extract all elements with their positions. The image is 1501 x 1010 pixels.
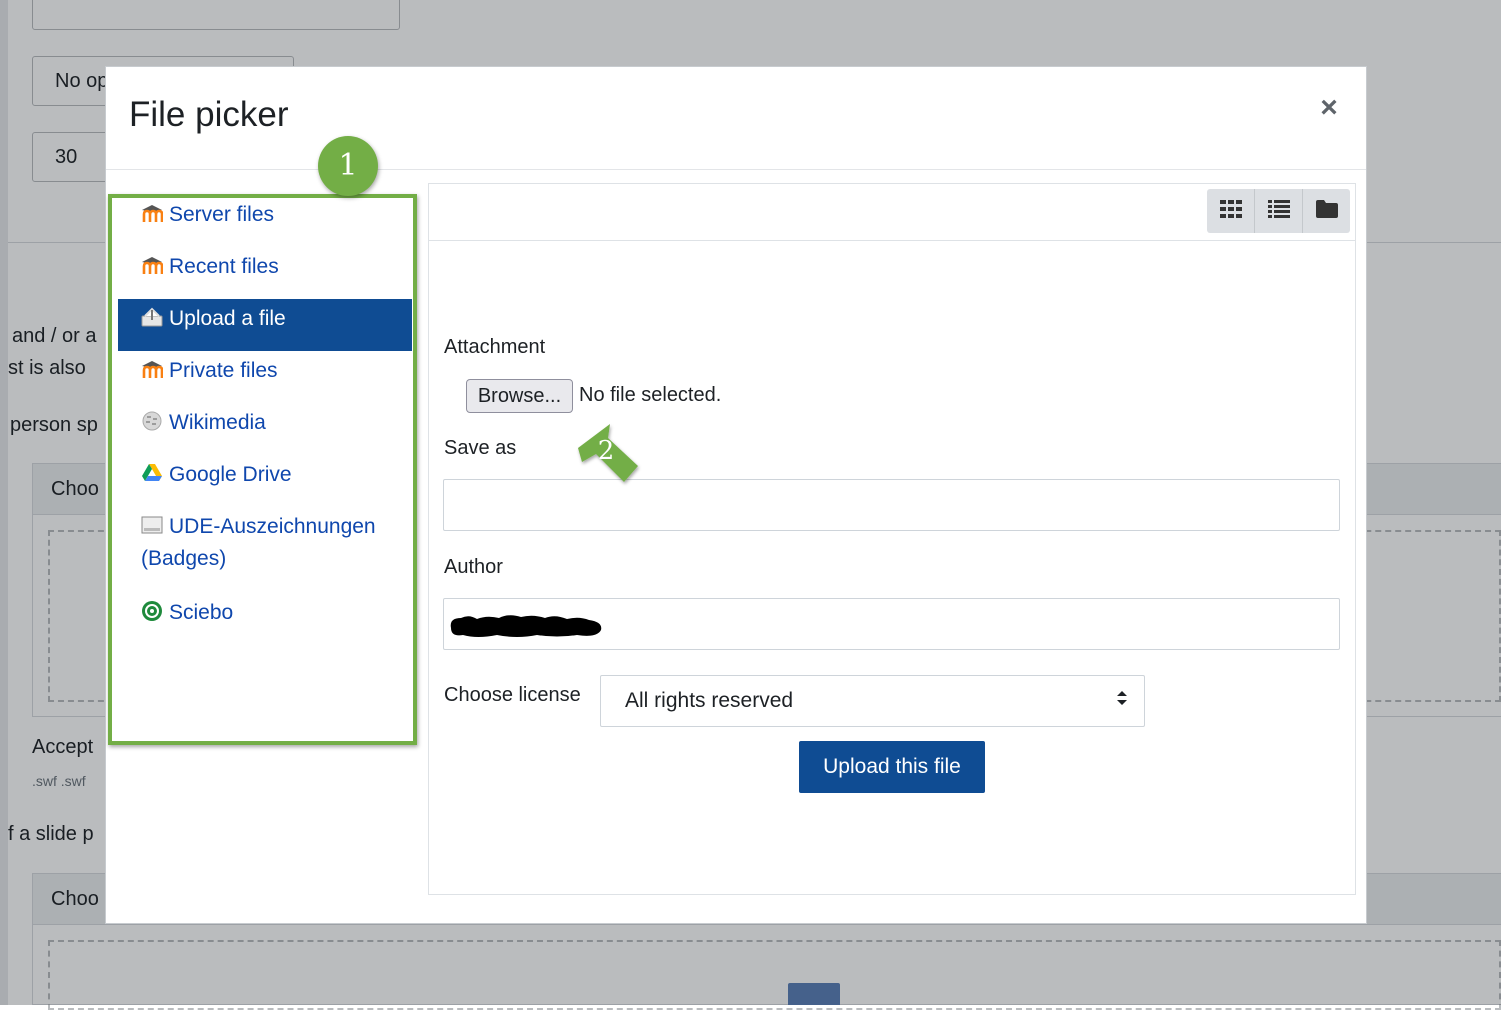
save-as-label: Save as — [444, 437, 517, 459]
folder-view-button[interactable] — [1302, 189, 1350, 233]
repository-content-panel: Attachment Browse... No file selected. S… — [428, 183, 1356, 895]
grid-view-button[interactable] — [1207, 189, 1254, 233]
annotation-highlight-box — [108, 194, 417, 745]
annotation-marker-1: 1 — [318, 136, 378, 196]
license-select[interactable]: All rights reserved — [600, 675, 1145, 727]
folder-view-icon — [1315, 199, 1338, 223]
author-label: Author — [444, 556, 503, 578]
license-select-value: All rights reserved — [625, 689, 794, 712]
select-arrows-icon — [1116, 676, 1128, 726]
list-view-button[interactable] — [1254, 189, 1302, 233]
author-redaction — [450, 615, 602, 637]
license-label: Choose license — [444, 684, 581, 706]
view-mode-switcher — [1207, 189, 1350, 233]
attachment-label: Attachment — [444, 336, 546, 358]
panel-toolbar — [429, 184, 1355, 241]
upload-this-file-button[interactable]: Upload this file — [799, 741, 985, 793]
list-view-icon — [1267, 199, 1290, 223]
no-file-selected-text: No file selected. — [579, 384, 722, 406]
grid-view-icon — [1219, 199, 1242, 223]
browse-button[interactable]: Browse... — [466, 379, 573, 413]
modal-title: File picker — [129, 95, 289, 134]
close-button[interactable]: × — [1314, 93, 1344, 123]
modal-header-divider — [106, 169, 1366, 170]
annotation-marker-2: 2 — [598, 436, 615, 466]
annotation-arrow-2: 2 — [578, 424, 638, 482]
